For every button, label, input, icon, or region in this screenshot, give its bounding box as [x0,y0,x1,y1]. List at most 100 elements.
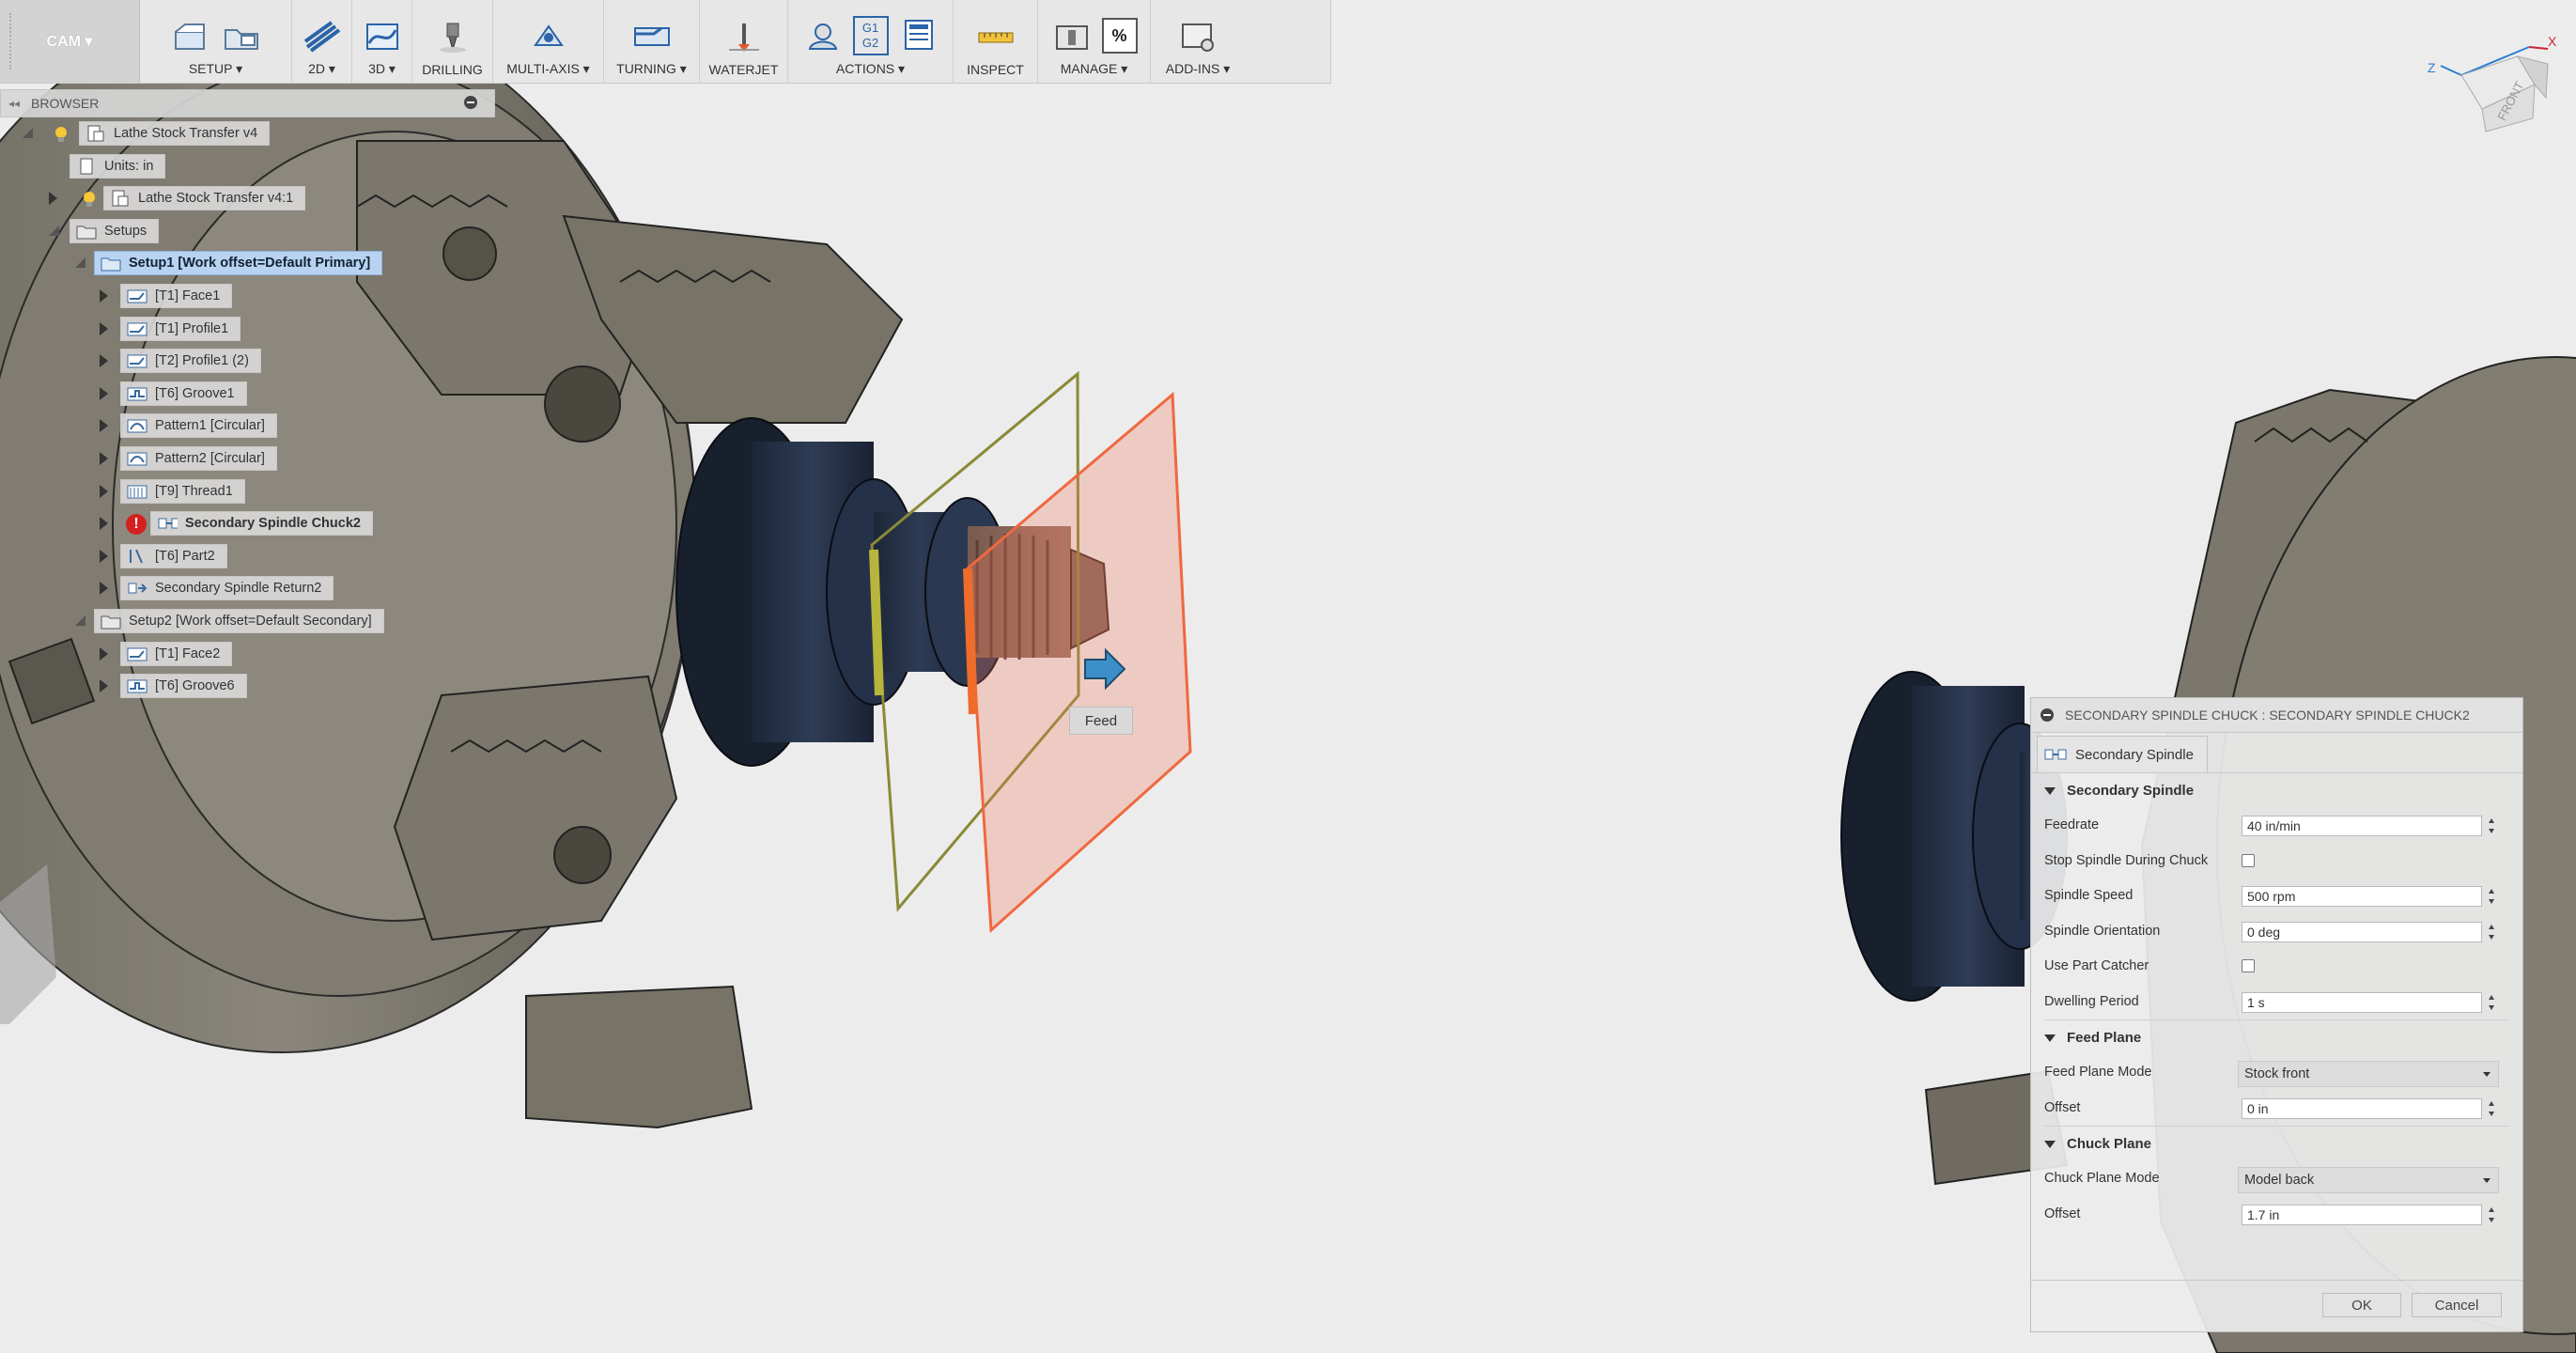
multi-axis-group[interactable]: MULTI-AXIS ▾ [493,0,604,83]
operation-node[interactable]: [T2] Profile1 (2) [120,349,261,374]
operation-node[interactable]: Secondary Spindle Chuck2 [150,511,373,537]
dialog-title-bar[interactable]: SECONDARY SPINDLE CHUCK : SECONDARY SPIN… [2031,698,2522,733]
feed-offset-spinner[interactable] [2487,1098,2496,1119]
waterjet-icon[interactable] [723,19,765,56]
viewcube[interactable]: Z X FRONT [2424,28,2565,141]
drill-icon[interactable] [432,19,473,56]
operation-node[interactable]: [T6] Part2 [120,543,227,568]
units-node[interactable]: Units: in [70,153,166,179]
stop-spindle-checkbox[interactable] [2242,853,2255,867]
dwelling-period-input[interactable]: 1 s [2242,991,2482,1013]
expand-icon[interactable] [100,484,108,498]
collapse-icon[interactable] [49,225,60,237]
collapse-icon[interactable] [75,614,86,627]
setup-group[interactable]: SETUP ▾ [140,0,292,83]
component-node[interactable]: Lathe Stock Transfer v4:1 [103,186,306,211]
expand-icon[interactable] [100,646,108,661]
expand-icon[interactable] [100,354,108,368]
tool-library-icon[interactable] [1051,18,1093,55]
collapse-triangle-icon[interactable] [2044,786,2056,795]
turning-group[interactable]: TURNING ▾ [604,0,700,83]
browser-header[interactable]: ◂◂ BROWSER [0,89,495,117]
expand-icon[interactable] [100,419,108,433]
spindle-orientation-input[interactable]: 0 deg [2242,921,2482,942]
expand-icon[interactable] [100,582,108,596]
manage-group[interactable]: % MANAGE ▾ [1038,0,1151,83]
multi-axis-icon[interactable] [528,18,569,55]
measure-icon[interactable] [975,19,1016,56]
template-library-icon[interactable]: % [1101,18,1138,54]
feed-plane-mode-select[interactable]: Stock front [2238,1061,2499,1087]
add-ins-group[interactable]: ADD-INS ▾ [1151,0,1245,83]
operation-node[interactable]: Secondary Spindle Return2 [120,576,334,601]
post-process-icon[interactable]: G1 G2 [852,16,889,55]
3d-group[interactable]: 3D ▾ [352,0,412,83]
dialog-minimize-icon[interactable] [2041,708,2054,722]
tab-secondary-spindle[interactable]: Secondary Spindle [2037,736,2208,772]
spindle-speed-input[interactable]: 500 rpm [2242,886,2482,907]
new-setup-icon[interactable] [170,18,211,55]
collapse-icon[interactable] [75,257,86,269]
expand-icon[interactable] [100,451,108,465]
chuck-plane-mode-select[interactable]: Model back [2238,1167,2499,1193]
ok-button[interactable]: OK [2322,1293,2401,1317]
scripts-addins-icon[interactable] [1177,18,1218,55]
spindle-orientation-spinner[interactable] [2487,922,2496,942]
setups-folder-node[interactable]: Setups [70,218,160,243]
cancel-button[interactable]: Cancel [2412,1293,2502,1317]
section-secondary-spindle[interactable]: Secondary Spindle [2031,773,2522,808]
dwelling-period-spinner[interactable] [2487,992,2496,1013]
section-feed-plane[interactable]: Feed Plane [2031,1020,2522,1055]
setup1-node[interactable]: Setup1 [Work offset=Default Primary] [94,251,383,276]
collapse-icon[interactable] [23,128,34,139]
inspect-group[interactable]: INSPECT [954,0,1038,83]
minimize-icon[interactable] [464,96,477,109]
simulate-icon[interactable] [802,16,844,54]
feed-tooltip: Feed [1069,707,1133,735]
feedrate-input[interactable]: 40 in/min [2242,816,2482,836]
collapse-triangle-icon[interactable] [2044,1034,2056,1042]
operation-node[interactable]: [T1] Profile1 [120,316,241,341]
section-chuck-plane[interactable]: Chuck Plane [2031,1127,2522,1161]
2d-adaptive-icon[interactable] [302,18,343,55]
setup2-node[interactable]: Setup2 [Work offset=Default Secondary] [94,608,384,633]
collapse-triangle-icon[interactable] [2044,1140,2056,1148]
operation-node[interactable]: [T1] Face2 [120,641,233,666]
feedrate-spinner[interactable] [2487,816,2496,836]
operation-node[interactable]: [T6] Groove6 [120,674,247,699]
tree-label: [T2] Profile1 (2) [155,353,249,369]
operation-node[interactable]: [T1] Face1 [120,283,233,308]
expand-icon[interactable] [100,288,108,303]
setup-folder-icon[interactable] [221,18,262,55]
error-icon[interactable]: ! [126,514,147,536]
3d-adaptive-icon[interactable] [362,18,403,55]
setup-sheet-icon[interactable] [898,16,939,54]
document-node[interactable]: Lathe Stock Transfer v4 [79,121,271,146]
2d-group[interactable]: 2D ▾ [292,0,352,83]
actions-group[interactable]: G1 G2 ACTIONS ▾ [788,0,954,83]
toolbar-grip[interactable] [9,13,14,70]
drilling-group[interactable]: DRILLING [412,0,493,83]
use-part-catcher-checkbox[interactable] [2242,959,2255,972]
turning-icon[interactable] [631,18,673,55]
operation-node[interactable]: Pattern2 [Circular] [120,445,277,471]
expand-icon[interactable] [49,192,57,206]
expand-icon[interactable] [100,549,108,563]
expand-icon[interactable] [100,517,108,531]
workspace-switcher[interactable]: CAM ▾ [0,0,140,83]
expand-icon[interactable] [100,321,108,335]
chuck-offset-input[interactable]: 1.7 in [2242,1204,2482,1225]
expand-icon[interactable] [100,386,108,400]
visibility-bulb-icon[interactable] [83,191,96,208]
spindle-speed-spinner[interactable] [2487,886,2496,907]
operation-node[interactable]: Pattern1 [Circular] [120,413,277,439]
operation-node[interactable]: [T9] Thread1 [120,478,245,504]
dialog-title: SECONDARY SPINDLE CHUCK : SECONDARY SPIN… [2065,708,2470,723]
operation-node[interactable]: [T6] Groove1 [120,381,247,406]
waterjet-group[interactable]: WATERJET [700,0,788,83]
chuck-offset-spinner[interactable] [2487,1205,2496,1225]
feed-offset-input[interactable]: 0 in [2242,1097,2482,1119]
expand-icon[interactable] [100,679,108,693]
collapse-left-icon[interactable]: ◂◂ [8,97,20,110]
visibility-bulb-icon[interactable] [54,126,68,143]
